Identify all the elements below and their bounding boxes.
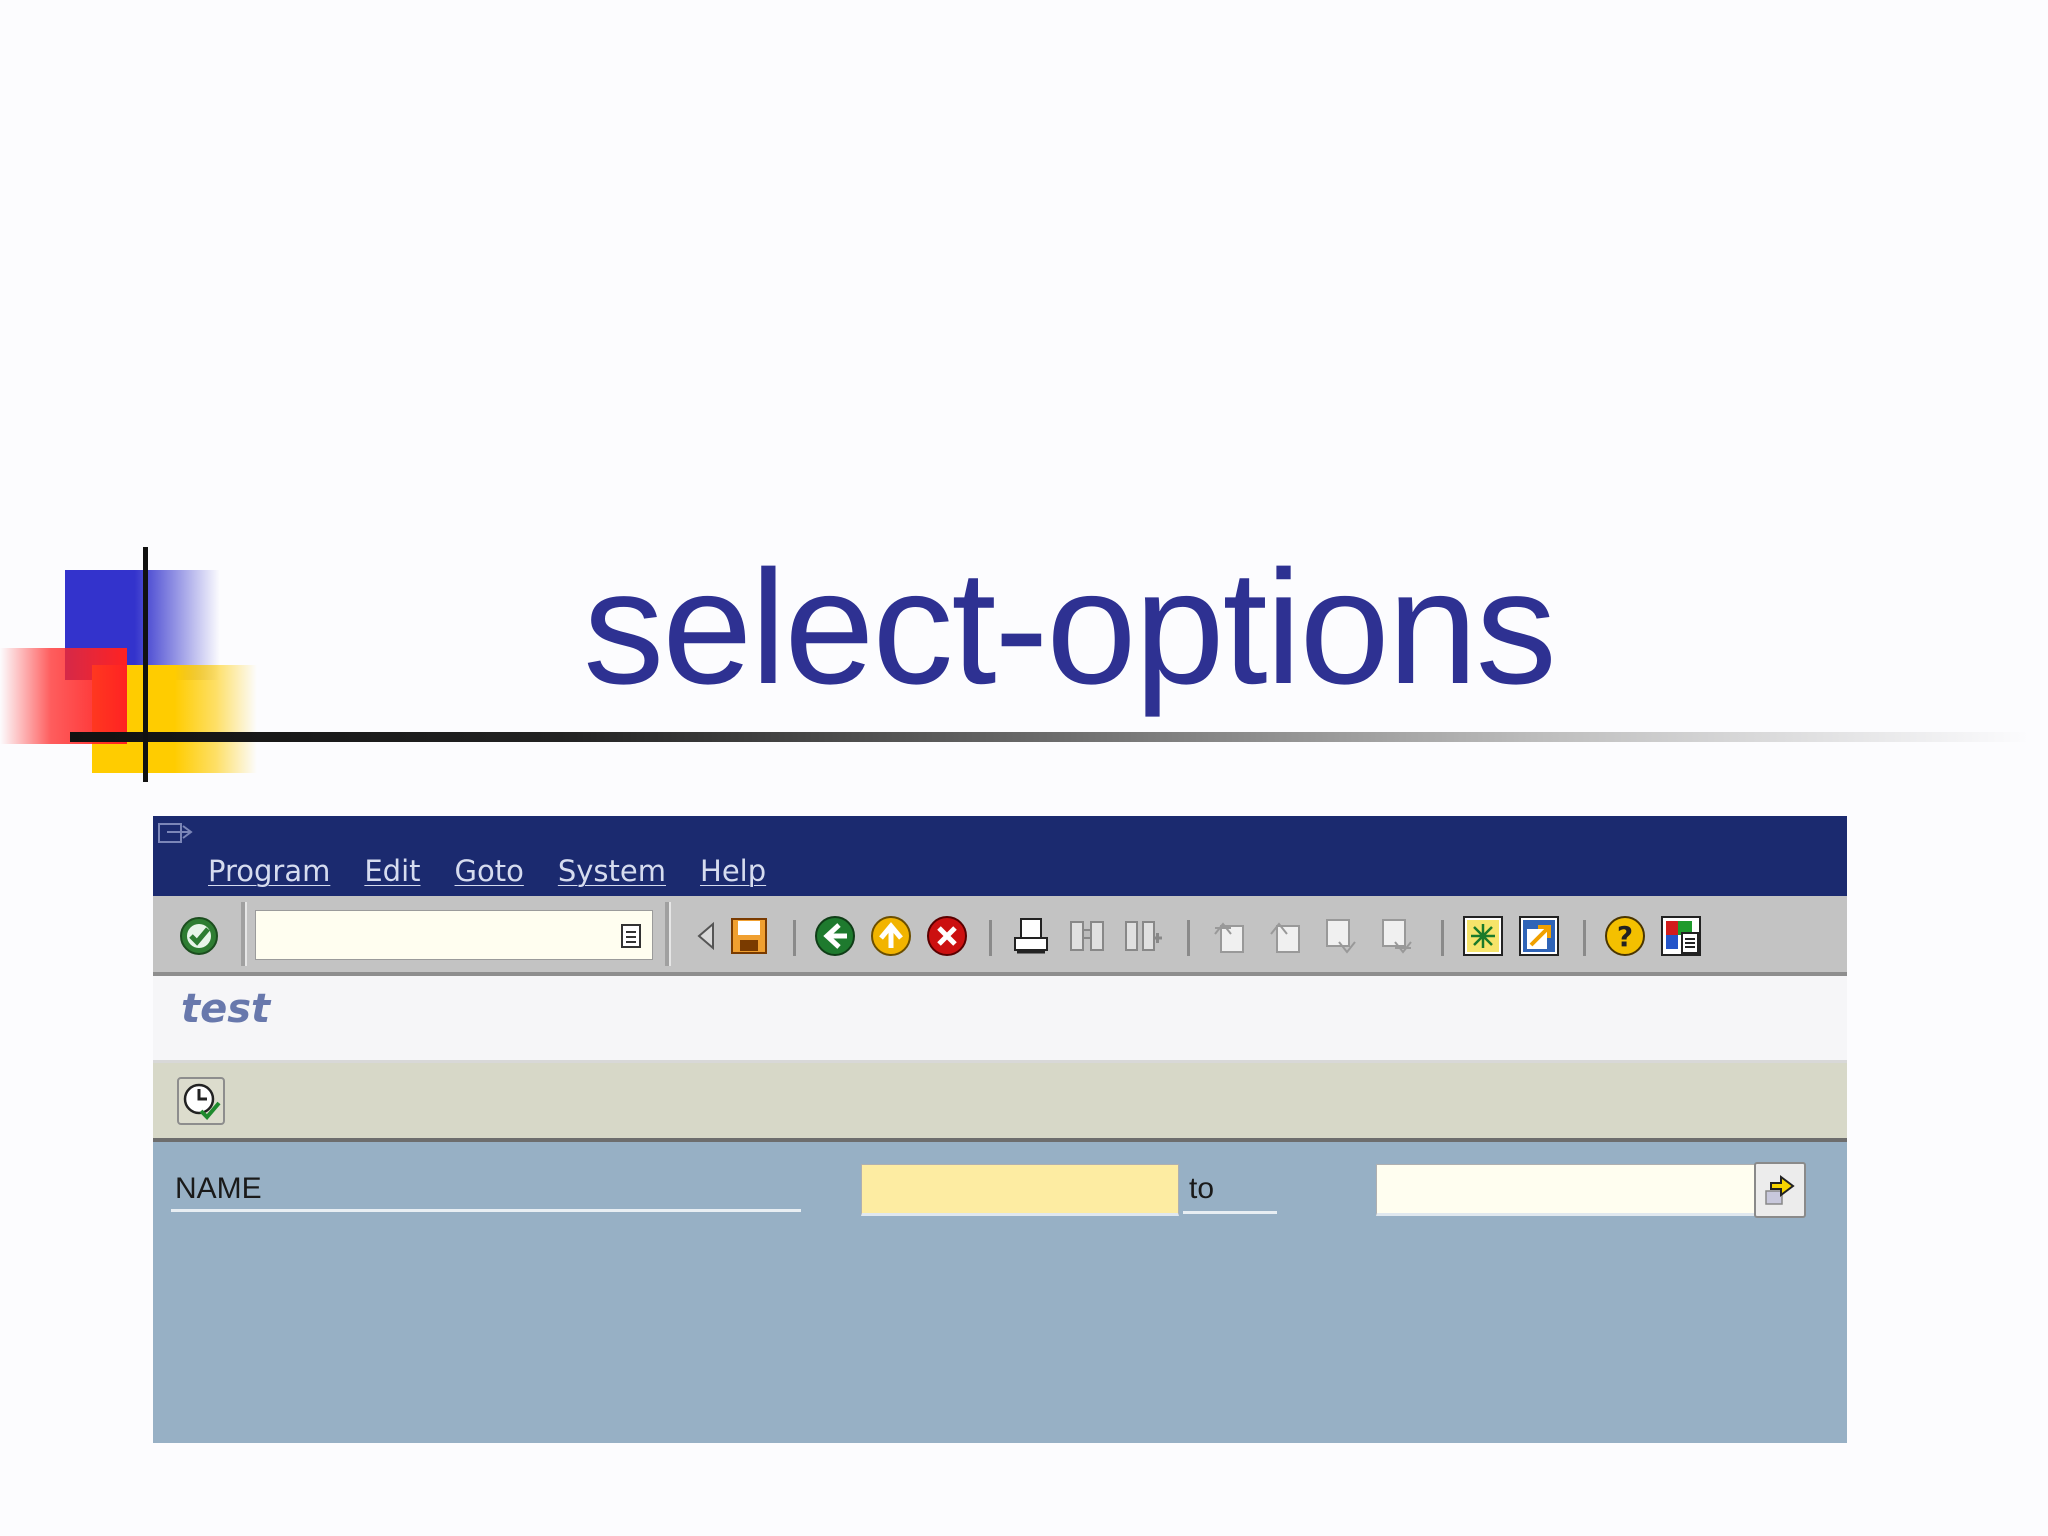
menu-edit[interactable]: Edit — [364, 854, 420, 890]
command-field[interactable] — [255, 910, 653, 960]
create-session-button[interactable] — [1461, 914, 1505, 958]
previous-page-button[interactable] — [1263, 914, 1307, 958]
back-button[interactable] — [813, 914, 857, 958]
help-button[interactable]: ? — [1603, 914, 1647, 958]
triangle-left-icon — [697, 921, 714, 951]
create-session-icon — [1463, 916, 1503, 956]
toolbar-divider — [241, 902, 247, 966]
first-page-button[interactable] — [1207, 914, 1251, 958]
to-label: to — [1183, 1172, 1277, 1214]
toolbar-separator — [1583, 920, 1586, 956]
find-next-button[interactable] — [1121, 914, 1165, 958]
name-field-label: NAME — [171, 1172, 801, 1212]
svg-text:?: ? — [1617, 920, 1633, 953]
save-icon — [731, 918, 767, 954]
toolbar-separator — [989, 920, 992, 956]
previous-page-icon — [1270, 922, 1300, 953]
cancel-icon — [927, 916, 967, 956]
next-page-icon — [1326, 919, 1356, 954]
screen-title-bar: test — [153, 976, 1847, 1063]
exit-button[interactable] — [869, 914, 913, 958]
menu-system[interactable]: System — [558, 854, 666, 890]
cancel-button[interactable] — [925, 914, 969, 958]
toolbar-separator — [1187, 920, 1190, 956]
find-icon — [1070, 921, 1104, 951]
slide-title: select-options — [583, 537, 1557, 718]
title-bar: Program Edit Goto System Help — [153, 816, 1847, 896]
menu-program[interactable]: Program — [208, 854, 330, 890]
last-page-button[interactable] — [1375, 914, 1419, 958]
toolbar-separator — [793, 920, 796, 956]
find-next-icon — [1125, 921, 1162, 951]
customize-layout-icon — [1661, 916, 1701, 956]
application-toolbar — [153, 1063, 1847, 1142]
execute-icon — [183, 1083, 221, 1120]
last-page-icon — [1382, 919, 1412, 954]
print-icon — [1014, 918, 1048, 954]
command-history-icon[interactable] — [618, 922, 644, 950]
standard-toolbar: ? — [153, 896, 1847, 976]
system-menu-icon[interactable] — [157, 820, 195, 848]
menu-bar: Program Edit Goto System Help — [208, 854, 766, 890]
exit-icon — [871, 916, 911, 956]
print-button[interactable] — [1009, 914, 1053, 958]
create-shortcut-icon — [1519, 916, 1559, 956]
decor-horizontal-rule — [70, 732, 2030, 742]
back-arrow-icon — [815, 916, 855, 956]
enter-checkmark-icon — [180, 917, 218, 955]
help-icon: ? — [1605, 916, 1645, 956]
multiple-selection-button[interactable] — [1754, 1162, 1806, 1218]
name-high-input[interactable] — [1376, 1164, 1756, 1216]
toolbar-divider — [665, 902, 671, 966]
menu-goto[interactable]: Goto — [455, 854, 524, 890]
next-page-button[interactable] — [1319, 914, 1363, 958]
name-low-input[interactable] — [861, 1164, 1179, 1216]
multiple-selection-arrow-icon — [1765, 1175, 1795, 1205]
screen-title: test — [181, 986, 271, 1032]
first-page-icon — [1214, 922, 1244, 953]
menu-help[interactable]: Help — [700, 854, 766, 890]
create-shortcut-button[interactable] — [1517, 914, 1561, 958]
find-button[interactable] — [1065, 914, 1109, 958]
layout-menu-button[interactable] — [1659, 914, 1703, 958]
selection-screen: NAME to — [153, 1142, 1847, 1443]
execute-button[interactable] — [177, 1077, 225, 1125]
save-button[interactable] — [727, 914, 771, 958]
enter-button[interactable] — [177, 914, 221, 958]
collapse-button[interactable] — [685, 914, 729, 958]
toolbar-separator — [1441, 920, 1444, 956]
sap-window: Program Edit Goto System Help ? test NAM… — [153, 816, 1847, 1443]
